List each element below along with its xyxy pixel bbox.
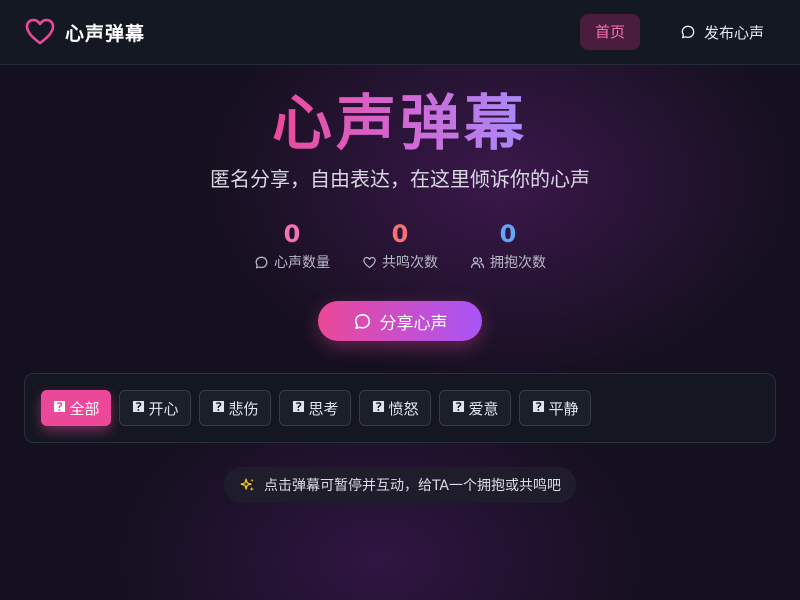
brand-logo[interactable]: 心声弹幕 <box>24 16 145 48</box>
share-voice-button[interactable]: 分享心声 <box>318 301 482 341</box>
filter-glyph-icon: 🯄 <box>531 399 546 415</box>
filter-all[interactable]: 🯄 全部 <box>41 390 111 426</box>
filter-glyph-icon: 🯄 <box>371 399 386 415</box>
filter-glyph-icon: 🯄 <box>52 399 67 415</box>
nav-home-link[interactable]: 首页 <box>580 14 640 50</box>
filter-sad[interactable]: 🯄 悲伤 <box>199 390 271 426</box>
heart-icon <box>363 256 376 268</box>
stat-messages-label: 心声数量 <box>274 255 330 271</box>
stat-hugs: 0 拥抱次数 <box>448 218 568 272</box>
filter-calm[interactable]: 🯄 平静 <box>519 390 591 426</box>
share-voice-label: 分享心声 <box>379 313 448 334</box>
filter-happy[interactable]: 🯄 开心 <box>119 390 191 426</box>
chat-bubble-icon <box>681 25 695 39</box>
users-icon <box>470 256 485 268</box>
filter-glyph-icon: 🯄 <box>211 399 226 415</box>
stat-hugs-value: 0 <box>499 220 517 248</box>
nav-post-label: 发布心声 <box>704 23 765 42</box>
filter-glyph-icon: 🯄 <box>291 399 306 415</box>
chat-bubble-icon <box>255 256 268 268</box>
stat-messages-value: 0 <box>283 220 301 248</box>
hero-title: 心声弹幕 <box>272 89 528 159</box>
sparkles-icon <box>240 477 254 491</box>
mood-filter-bar: 🯄 全部 🯄 开心 🯄 悲伤 🯄 思考 🯄 愤怒 🯄 爱意 🯄 平静 <box>24 373 776 443</box>
heart-logo-icon <box>25 18 55 45</box>
stat-resonance: 0 共鸣次数 <box>340 218 460 272</box>
nav-post-link[interactable]: 发布心声 <box>666 14 778 50</box>
hero-subtitle: 匿名分享，自由表达，在这里倾诉你的心声 <box>210 167 590 191</box>
chat-bubble-icon <box>354 313 370 329</box>
stat-resonance-label: 共鸣次数 <box>382 255 438 271</box>
filter-angry[interactable]: 🯄 愤怒 <box>359 390 431 426</box>
filter-thinking[interactable]: 🯄 思考 <box>279 390 351 426</box>
filter-love[interactable]: 🯄 爱意 <box>439 390 511 426</box>
brand-name: 心声弹幕 <box>65 22 146 45</box>
top-navbar: 心声弹幕 首页 发布心声 <box>0 0 800 65</box>
interaction-tip: 点击弹幕可暂停并互动，给TA一个拥抱或共鸣吧 <box>224 467 576 503</box>
stat-hugs-label: 拥抱次数 <box>490 255 546 271</box>
filter-glyph-icon: 🯄 <box>131 399 146 415</box>
tip-text: 点击弹幕可暂停并互动，给TA一个拥抱或共鸣吧 <box>263 478 562 494</box>
filter-glyph-icon: 🯄 <box>451 399 466 415</box>
stat-messages: 0 心声数量 <box>232 218 352 272</box>
stat-resonance-value: 0 <box>391 220 409 248</box>
